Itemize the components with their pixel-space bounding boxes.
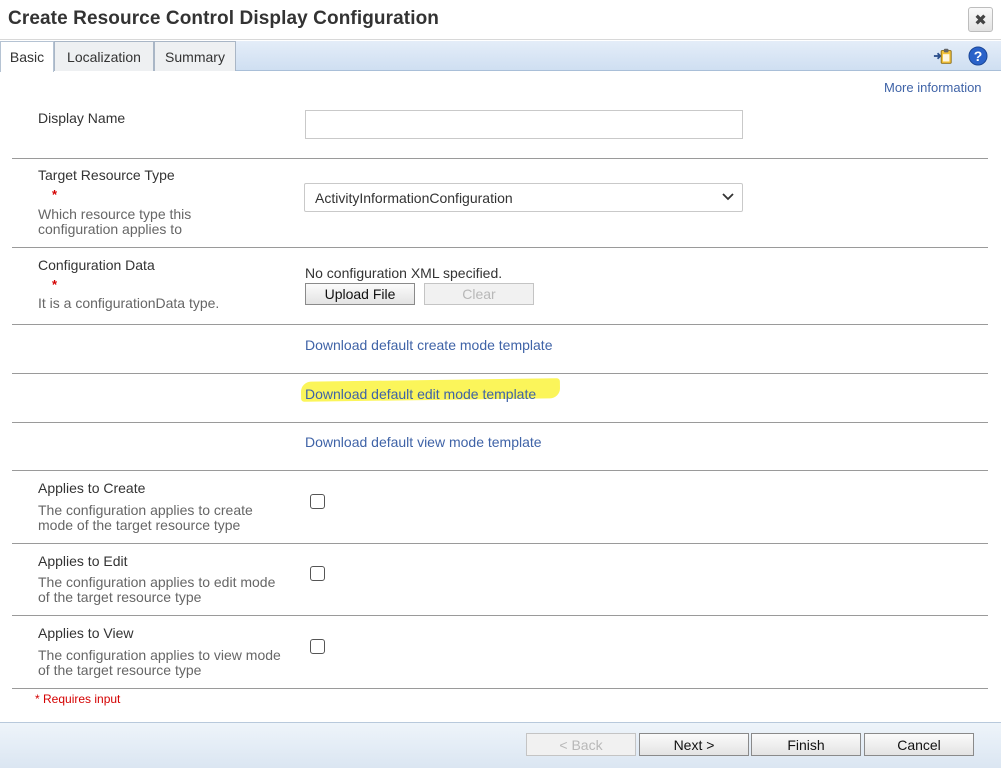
clipboard-arrow-icon[interactable] <box>933 46 953 66</box>
applies-create-label: Applies to Create <box>38 480 146 496</box>
applies-edit-row: Applies to Edit The configuration applie… <box>12 544 988 616</box>
clear-button[interactable]: Clear <box>424 283 534 305</box>
close-icon: ✖ <box>974 11 987 29</box>
applies-view-row: Applies to View The configuration applie… <box>12 616 988 689</box>
configuration-data-description: It is a configurationData type. <box>38 295 220 311</box>
target-resource-type-label: Target Resource Type <box>38 167 175 183</box>
applies-create-checkbox[interactable] <box>310 494 325 509</box>
configuration-data-label: Configuration Data <box>38 257 155 273</box>
display-name-input[interactable] <box>305 110 743 139</box>
applies-edit-label: Applies to Edit <box>38 553 128 569</box>
next-button[interactable]: Next > <box>639 733 749 756</box>
tab-localization[interactable]: Localization <box>54 41 154 71</box>
required-mark: * <box>52 187 58 202</box>
cancel-button[interactable]: Cancel <box>864 733 974 756</box>
applies-view-checkbox[interactable] <box>310 639 325 654</box>
tab-basic[interactable]: Basic <box>0 41 54 72</box>
applies-view-description: The configuration applies to view mode o… <box>38 647 281 678</box>
display-name-label: Display Name <box>38 110 126 126</box>
upload-file-button[interactable]: Upload File <box>305 283 415 305</box>
help-icon[interactable]: ? <box>968 46 988 66</box>
chevron-down-icon <box>721 189 735 206</box>
finish-button[interactable]: Finish <box>751 733 861 756</box>
svg-text:?: ? <box>974 48 983 64</box>
download-view-template-link[interactable]: Download default view mode template <box>305 434 542 450</box>
back-button[interactable]: < Back <box>526 733 636 756</box>
download-edit-template-link[interactable]: Download default edit mode template <box>305 386 536 402</box>
applies-view-label: Applies to View <box>38 625 134 641</box>
tab-summary[interactable]: Summary <box>154 41 236 71</box>
requires-input-note: * Requires input <box>35 692 121 706</box>
selected-resource-type: ActivityInformationConfiguration <box>315 189 513 206</box>
dialog-title: Create Resource Control Display Configur… <box>8 8 440 29</box>
required-mark: * <box>52 277 58 292</box>
applies-create-description: The configuration applies to create mode… <box>38 502 253 533</box>
dialog-footer: < Back Next > Finish Cancel <box>0 722 1001 768</box>
dialog-titlebar: Create Resource Control Display Configur… <box>0 0 1001 40</box>
close-button[interactable]: ✖ <box>968 7 993 32</box>
applies-create-row: Applies to Create The configuration appl… <box>12 471 988 544</box>
target-resource-type-description: Which resource type this configuration a… <box>38 206 192 237</box>
configuration-status: No configuration XML specified. <box>305 265 503 281</box>
applies-edit-description: The configuration applies to edit mode o… <box>38 574 276 605</box>
target-resource-type-select[interactable]: ActivityInformationConfiguration <box>304 183 743 212</box>
tab-bar: Basic Localization Summary ? <box>0 41 1001 72</box>
applies-edit-checkbox[interactable] <box>310 566 325 581</box>
download-create-template-link[interactable]: Download default create mode template <box>305 337 552 353</box>
